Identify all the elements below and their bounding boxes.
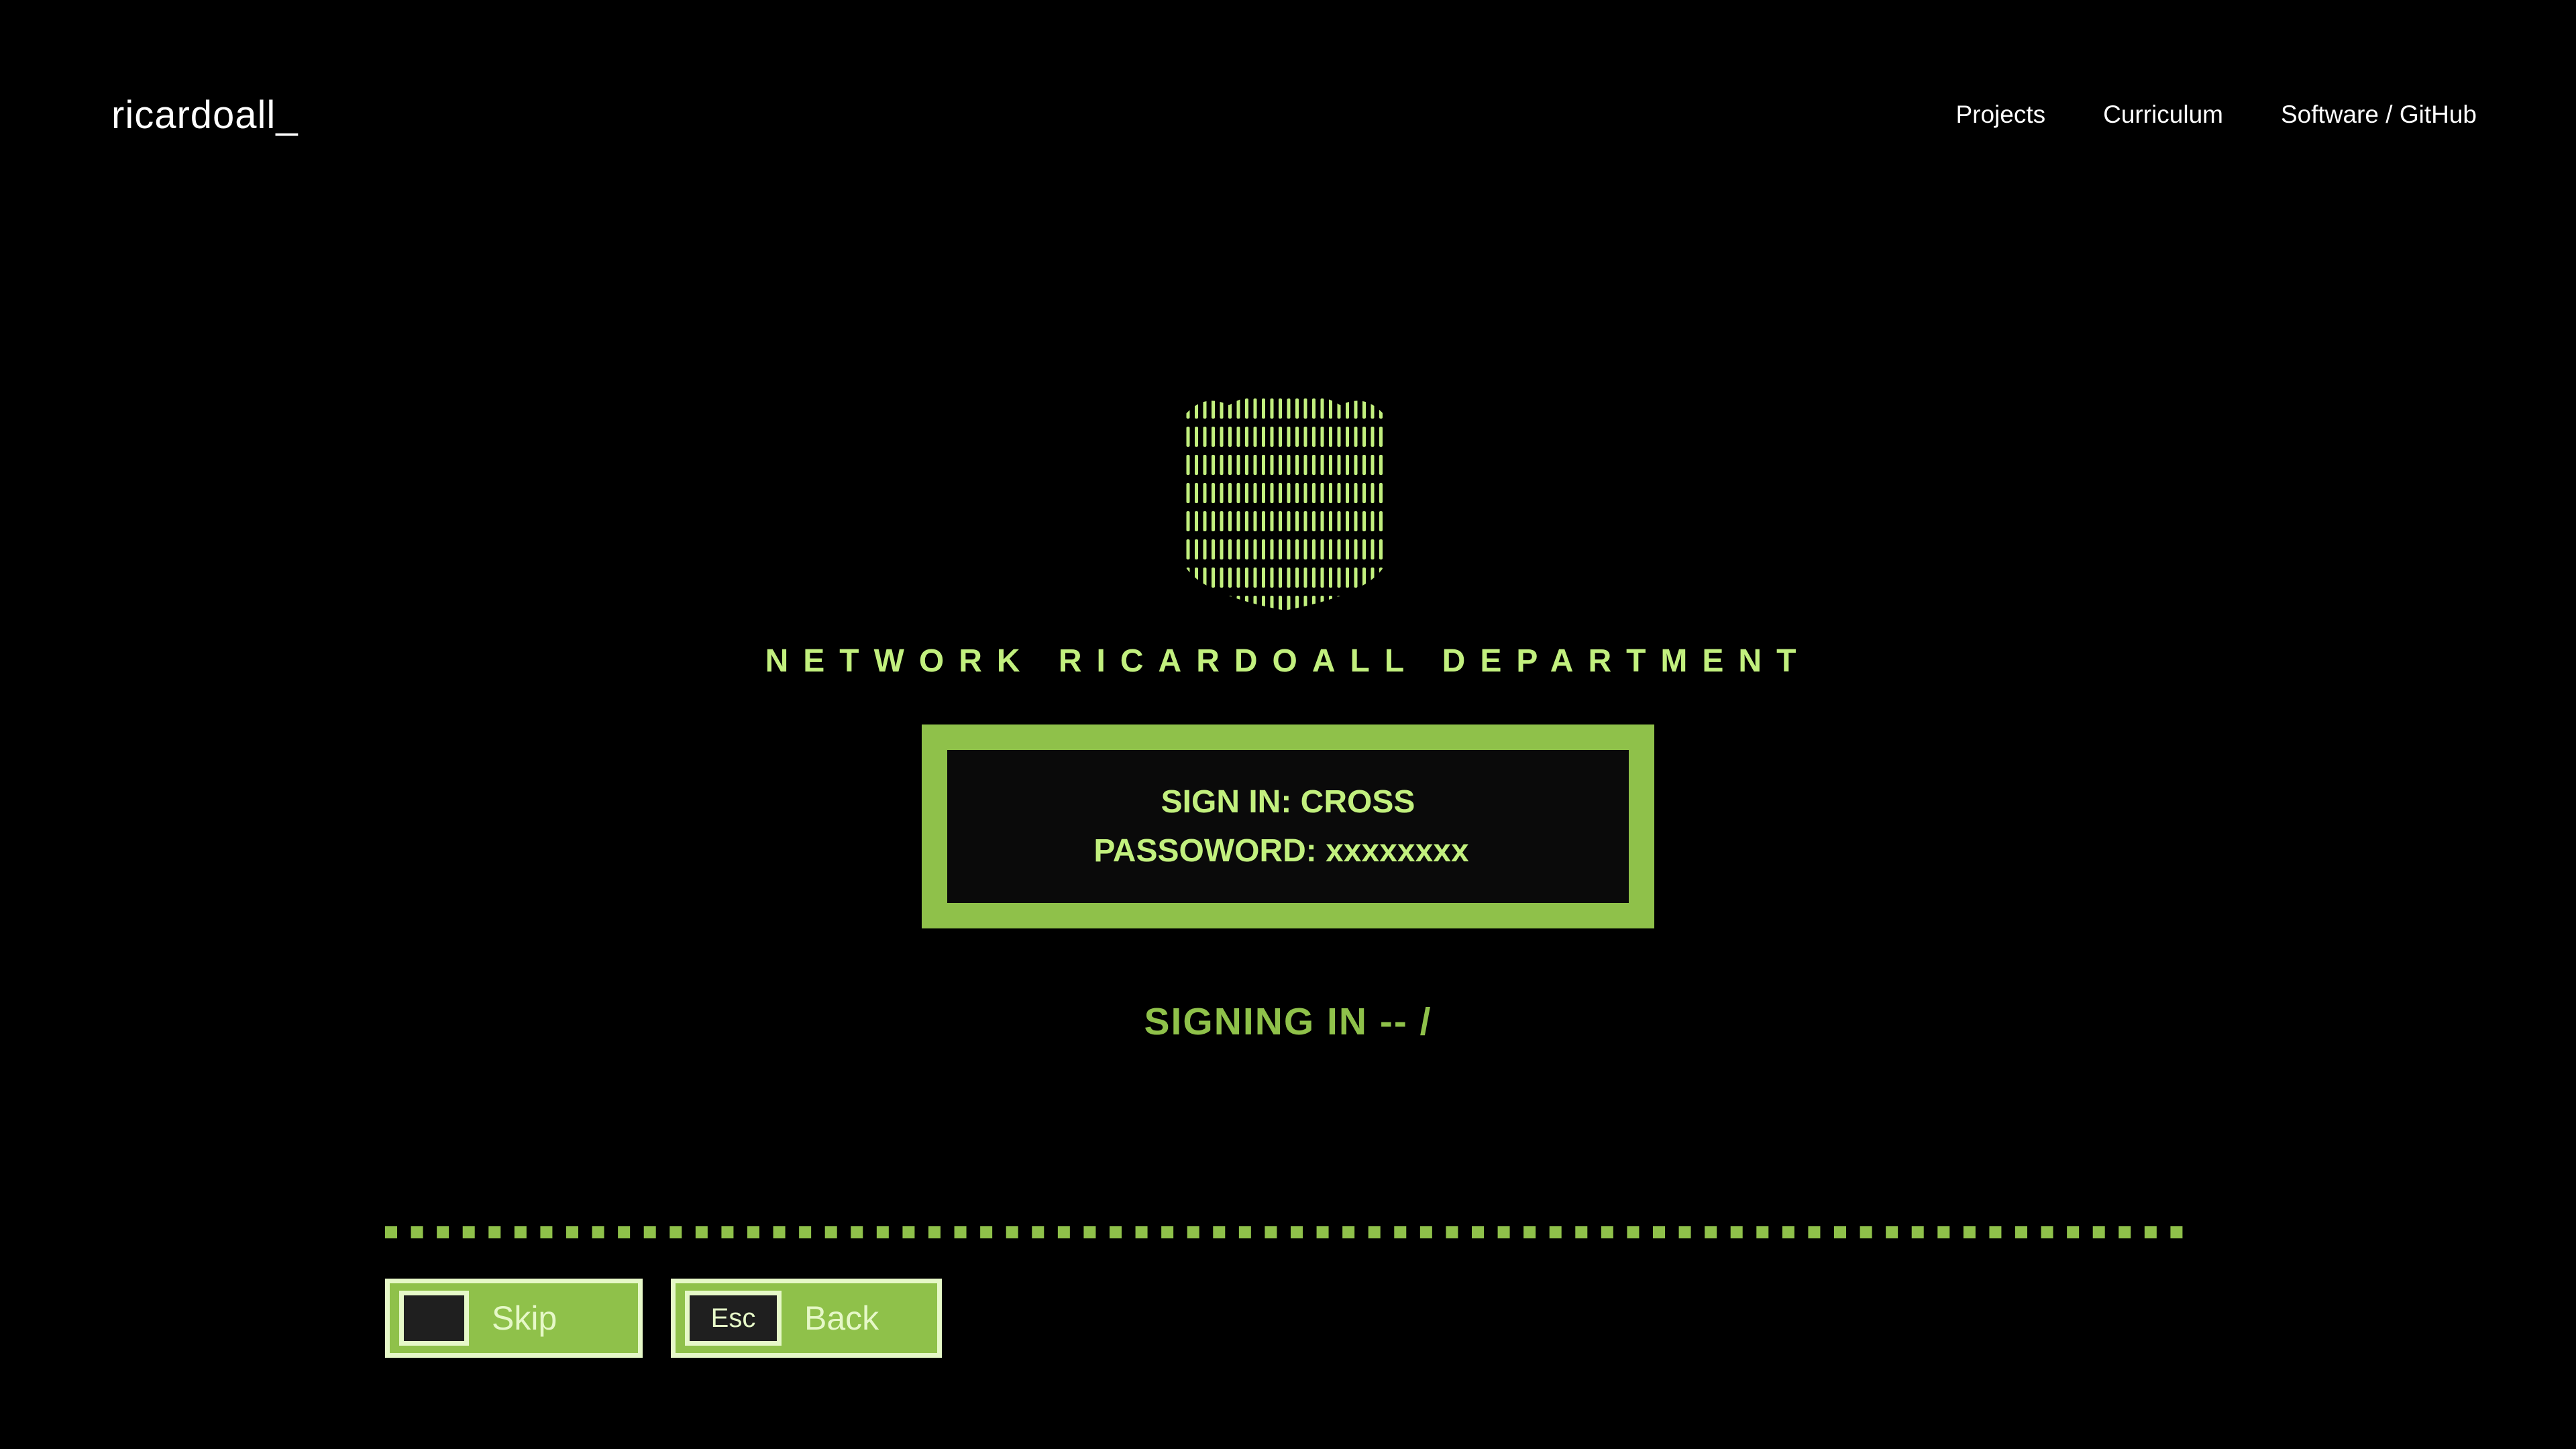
nav-software-github[interactable]: Software / GitHub bbox=[2281, 101, 2477, 129]
progress-dot bbox=[1238, 1226, 1251, 1238]
progress-dot bbox=[824, 1226, 837, 1238]
nav-curriculum[interactable]: Curriculum bbox=[2103, 101, 2223, 129]
progress-dot bbox=[1497, 1226, 1510, 1238]
progress-dot bbox=[1472, 1226, 1484, 1238]
top-nav: Projects Curriculum Software / GitHub bbox=[1955, 101, 2477, 129]
progress-dot bbox=[1006, 1226, 1018, 1238]
progress-dot bbox=[540, 1226, 553, 1238]
progress-dot bbox=[1601, 1226, 1613, 1238]
progress-dot bbox=[1756, 1226, 1769, 1238]
progress-dot bbox=[1523, 1226, 1536, 1238]
progress-dot bbox=[669, 1226, 682, 1238]
password-line: PASSOWORD: xxxxxxxx bbox=[1093, 833, 1469, 869]
back-label: Back bbox=[804, 1299, 879, 1337]
progress-dot bbox=[2067, 1226, 2080, 1238]
progress-dot bbox=[1834, 1226, 1846, 1238]
progress-dot bbox=[385, 1226, 397, 1238]
progress-dot bbox=[902, 1226, 915, 1238]
progress-dot bbox=[1213, 1226, 1226, 1238]
progress-dot bbox=[1057, 1226, 1070, 1238]
skip-button[interactable]: Skip bbox=[385, 1279, 643, 1358]
progress-dot bbox=[462, 1226, 475, 1238]
progress-dot bbox=[643, 1226, 656, 1238]
progress-dot bbox=[1808, 1226, 1821, 1238]
progress-dot bbox=[1446, 1226, 1458, 1238]
progress-dot bbox=[411, 1226, 423, 1238]
progress-dot bbox=[1989, 1226, 2002, 1238]
nav-projects[interactable]: Projects bbox=[1955, 101, 2045, 129]
progress-dot bbox=[488, 1226, 501, 1238]
department-title: NETWORK RICARDOALL DEPARTMENT bbox=[765, 643, 1811, 679]
skip-label: Skip bbox=[492, 1299, 557, 1337]
progress-dot bbox=[1860, 1226, 1872, 1238]
back-button[interactable]: Esc Back bbox=[671, 1279, 942, 1358]
progress-dot bbox=[1032, 1226, 1044, 1238]
progress-dot bbox=[1187, 1226, 1199, 1238]
progress-dot bbox=[773, 1226, 786, 1238]
progress-dot bbox=[2015, 1226, 2027, 1238]
progress-dot bbox=[1937, 1226, 1950, 1238]
esc-keycap: Esc bbox=[685, 1291, 782, 1346]
progress-dot bbox=[566, 1226, 578, 1238]
login-panel-inner: SIGN IN: CROSS PASSOWORD: xxxxxxxx bbox=[947, 750, 1629, 903]
key-controls: Skip Esc Back bbox=[385, 1279, 942, 1358]
progress-dot bbox=[799, 1226, 812, 1238]
progress-dot bbox=[1678, 1226, 1691, 1238]
progress-dot bbox=[1886, 1226, 1898, 1238]
progress-dot bbox=[1368, 1226, 1381, 1238]
progress-dot bbox=[2144, 1226, 2157, 1238]
progress-dot bbox=[437, 1226, 449, 1238]
progress-dot bbox=[1730, 1226, 1743, 1238]
progress-dot bbox=[928, 1226, 941, 1238]
progress-dot bbox=[980, 1226, 993, 1238]
progress-dot bbox=[1135, 1226, 1148, 1238]
progress-dot bbox=[514, 1226, 527, 1238]
progress-dot bbox=[618, 1226, 631, 1238]
progress-dot bbox=[1705, 1226, 1717, 1238]
sign-in-line: SIGN IN: CROSS bbox=[1161, 784, 1415, 820]
site-logo[interactable]: ricardoall_ bbox=[111, 93, 299, 138]
progress-dot bbox=[1419, 1226, 1432, 1238]
progress-dot bbox=[2092, 1226, 2105, 1238]
progress-dot bbox=[721, 1226, 734, 1238]
progress-dot bbox=[2118, 1226, 2131, 1238]
progress-dot bbox=[954, 1226, 967, 1238]
progress-dot bbox=[1575, 1226, 1588, 1238]
progress-dot bbox=[1161, 1226, 1174, 1238]
progress-dot bbox=[1653, 1226, 1665, 1238]
progress-dot bbox=[1782, 1226, 1794, 1238]
progress-bar bbox=[385, 1226, 2183, 1238]
progress-dot bbox=[1083, 1226, 1096, 1238]
progress-dot bbox=[592, 1226, 604, 1238]
signing-in-status: SIGNING IN -- / bbox=[1144, 1000, 1432, 1043]
progress-dot bbox=[695, 1226, 708, 1238]
progress-dot bbox=[1110, 1226, 1122, 1238]
progress-dot bbox=[1394, 1226, 1407, 1238]
progress-dot bbox=[876, 1226, 889, 1238]
progress-dot bbox=[1291, 1226, 1303, 1238]
progress-dot bbox=[1911, 1226, 1924, 1238]
progress-dot bbox=[1963, 1226, 1976, 1238]
progress-dot bbox=[2170, 1226, 2183, 1238]
shield-icon bbox=[1186, 398, 1383, 610]
progress-dot bbox=[1627, 1226, 1640, 1238]
progress-dot bbox=[1265, 1226, 1277, 1238]
progress-dot bbox=[1342, 1226, 1355, 1238]
progress-dot bbox=[851, 1226, 863, 1238]
skip-keycap bbox=[399, 1291, 469, 1346]
progress-dot bbox=[747, 1226, 759, 1238]
login-panel: SIGN IN: CROSS PASSOWORD: xxxxxxxx bbox=[922, 724, 1654, 928]
progress-dot bbox=[1316, 1226, 1329, 1238]
progress-dot bbox=[1549, 1226, 1562, 1238]
progress-dot bbox=[2041, 1226, 2053, 1238]
